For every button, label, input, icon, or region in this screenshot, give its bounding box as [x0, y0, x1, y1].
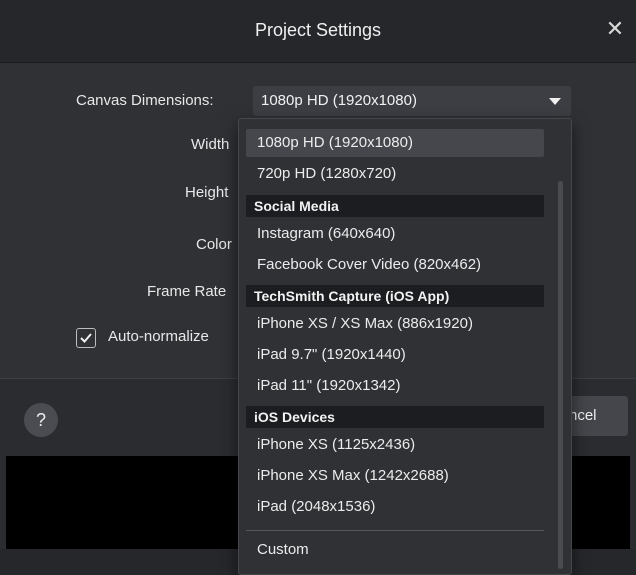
cancel-button-label: ncel — [569, 407, 597, 424]
dropdown-option[interactable]: iPad (2048x1536) — [246, 493, 544, 521]
auto-normalize-checkbox[interactable] — [76, 328, 96, 348]
width-label: Width — [191, 136, 230, 153]
dialog-title: Project Settings — [254, 20, 382, 40]
frame-rate-label: Frame Rate — [147, 283, 227, 300]
canvas-dimensions-select[interactable]: 1080p HD (1920x1080) — [253, 86, 571, 116]
dialog-titlebar: Project Settings ✕ — [0, 0, 636, 63]
close-icon[interactable]: ✕ — [604, 18, 626, 40]
dropdown-divider — [246, 530, 544, 531]
dropdown-option[interactable]: Facebook Cover Video (820x462) — [246, 251, 544, 279]
dropdown-group-header: iOS Devices — [246, 406, 544, 428]
dropdown-option[interactable]: iPhone XS / XS Max (886x1920) — [246, 310, 544, 338]
canvas-dimensions-dropdown[interactable]: 1080p HD (1920x1080) 720p HD (1280x720) So… — [238, 118, 572, 575]
dropdown-option[interactable]: 720p HD (1280x720) — [246, 160, 544, 188]
auto-normalize-label: Auto-normalize — [108, 328, 209, 345]
help-button[interactable]: ? — [24, 403, 58, 437]
canvas-dimensions-label: Canvas Dimensions: — [76, 92, 214, 109]
height-label: Height — [185, 184, 229, 201]
dropdown-option[interactable]: Instagram (640x640) — [246, 220, 544, 248]
checkmark-icon — [80, 333, 92, 343]
dropdown-option[interactable]: iPhone XS Max (1242x2688) — [246, 462, 544, 490]
dropdown-group-header: TechSmith Capture (iOS App) — [246, 285, 544, 307]
dropdown-option[interactable]: iPad 11" (1920x1342) — [246, 372, 544, 400]
dropdown-option[interactable]: iPad 9.7" (1920x1440) — [246, 341, 544, 369]
color-label: Color — [196, 236, 232, 253]
dropdown-scrollbar[interactable] — [558, 181, 563, 569]
dropdown-option[interactable]: 1080p HD (1920x1080) — [246, 129, 544, 157]
chevron-down-icon — [549, 98, 561, 105]
canvas-dimensions-value: 1080p HD (1920x1080) — [261, 92, 417, 109]
dropdown-group-header: Social Media — [246, 195, 544, 217]
dropdown-option[interactable]: Custom — [246, 536, 544, 564]
dropdown-option[interactable]: iPhone XS (1125x2436) — [246, 431, 544, 459]
